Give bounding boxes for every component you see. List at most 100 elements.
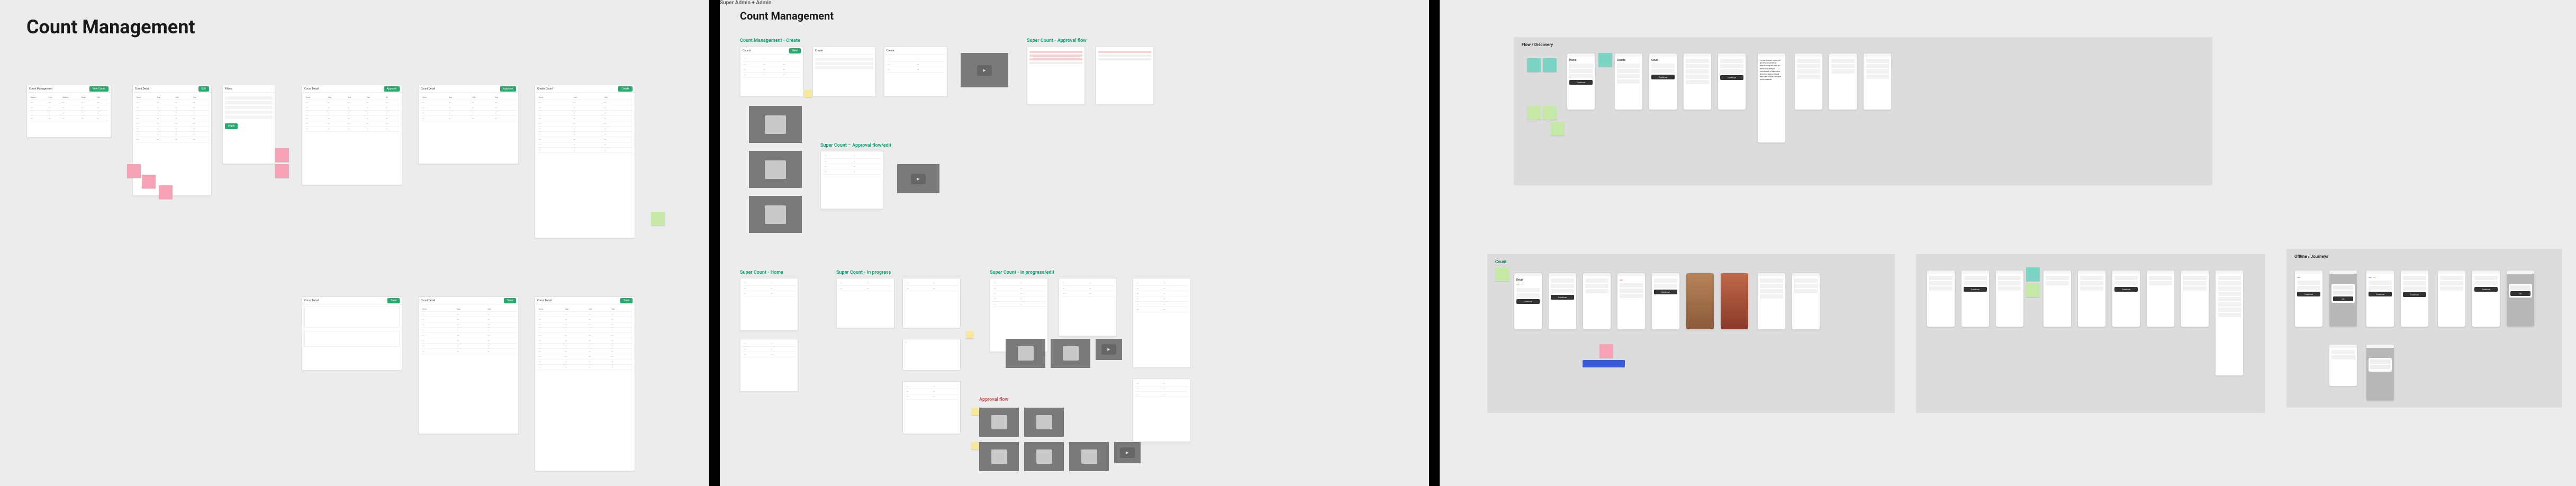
- mob-button[interactable]: Continue: [2114, 287, 2138, 292]
- mob-button[interactable]: Continue: [2403, 292, 2426, 297]
- mob-button[interactable]: Continue: [1569, 80, 1593, 85]
- mob-button[interactable]: OK: [2510, 291, 2530, 296]
- screen-count-detail-e[interactable]: Count DetailSave ItemExpCnt —————— —————…: [418, 296, 519, 434]
- screen-approval-1[interactable]: [1027, 47, 1085, 105]
- sticky-note[interactable]: [1527, 106, 1541, 120]
- screen-count-detail-b[interactable]: Count DetailApprove ItemExpCntVarSt ————…: [302, 85, 402, 185]
- mobile-screen[interactable]: Continue: [1718, 53, 1746, 110]
- sticky-note[interactable]: [1599, 344, 1613, 358]
- mobile-screen[interactable]: [1829, 53, 1857, 110]
- sticky-note[interactable]: [966, 331, 973, 338]
- mob-button[interactable]: Continue: [2369, 292, 2392, 296]
- screen-edit-2[interactable]: ——————: [1059, 278, 1117, 336]
- apply-button[interactable]: Apply: [225, 123, 238, 129]
- mobile-screen[interactable]: Continue: [2294, 270, 2323, 327]
- screen-inprog-4[interactable]: ——————: [902, 381, 961, 434]
- new-count-button[interactable]: New Count: [89, 86, 109, 92]
- screen-count-detail-f[interactable]: Count DetailSave ItemExpCntVar ———————— …: [535, 296, 635, 471]
- save-button[interactable]: Save: [504, 298, 516, 303]
- mob-button[interactable]: Continue: [1551, 295, 1574, 300]
- mob-button[interactable]: Continue: [2297, 292, 2320, 296]
- sticky-note[interactable]: [1495, 267, 1509, 281]
- sticky-note[interactable]: [1543, 106, 1557, 120]
- mobile-screen[interactable]: [2077, 270, 2106, 327]
- screen-inprog-2[interactable]: ————: [902, 278, 961, 328]
- mobile-screen[interactable]: [1927, 270, 1955, 327]
- screen-mid-1[interactable]: ————————: [820, 151, 884, 209]
- screen-home-1[interactable]: ——————: [740, 278, 798, 331]
- screen-inprog-1[interactable]: ————: [836, 278, 894, 328]
- mob-button[interactable]: Continue: [2474, 287, 2498, 292]
- sticky-note[interactable]: [971, 442, 979, 449]
- media-thumb[interactable]: [749, 196, 802, 233]
- screen-cm-create-2[interactable]: Create: [812, 47, 876, 97]
- screen-count-detail-d[interactable]: Count DetailSave: [302, 296, 402, 371]
- sticky-note[interactable]: [275, 164, 289, 178]
- save-button[interactable]: Save: [620, 298, 632, 303]
- media-thumb[interactable]: ▶: [897, 164, 939, 193]
- media-thumb[interactable]: [1024, 408, 1064, 437]
- media-thumb[interactable]: ▶: [961, 53, 1008, 87]
- mobile-screen-photo[interactable]: [1720, 273, 1749, 330]
- media-thumb[interactable]: [749, 151, 802, 188]
- mobile-screen[interactable]: [2437, 270, 2466, 327]
- mob-button[interactable]: Continue: [1964, 287, 1987, 292]
- sticky-note[interactable]: [1551, 122, 1565, 136]
- sticky-note[interactable]: [2026, 267, 2040, 281]
- screen-home-2[interactable]: ——————: [740, 339, 798, 392]
- media-thumb[interactable]: ▶: [1114, 442, 1141, 463]
- sticky-note[interactable]: [651, 212, 665, 226]
- sticky-note[interactable]: [142, 175, 156, 188]
- mobile-screen[interactable]: Continue: [2400, 270, 2429, 327]
- mob-button[interactable]: OK: [2333, 296, 2353, 301]
- canvas-section-3[interactable]: Flow / Discovery HomeContinue Counts Cou…: [1440, 0, 2576, 486]
- mobile-screen[interactable]: CountContinue: [1649, 53, 1677, 110]
- media-thumb[interactable]: [979, 442, 1019, 471]
- screen-filter-panel[interactable]: Filters Apply: [222, 85, 275, 164]
- screen-cm-create-3[interactable]: Create ——————: [884, 47, 947, 97]
- mobile-screen[interactable]: HomeContinue: [1567, 53, 1595, 110]
- mobile-screen[interactable]: Continue: [1961, 270, 1990, 327]
- mobile-screen[interactable]: Continue: [1651, 273, 1680, 330]
- mobile-screen[interactable]: Continue: [2472, 270, 2500, 327]
- screen-count-list[interactable]: Count ManagementNew Count NameLocStatusD…: [26, 85, 111, 138]
- media-thumb[interactable]: [1051, 339, 1090, 368]
- sticky-note[interactable]: [127, 164, 141, 178]
- sticky-note[interactable]: [1598, 53, 1612, 67]
- canvas-section-2[interactable]: Count Management Super Admin + Admin Cou…: [720, 0, 1429, 486]
- mobile-screen[interactable]: [2181, 270, 2209, 327]
- create-button[interactable]: Create: [618, 86, 632, 92]
- mobile-screen[interactable]: Continue: [2366, 270, 2394, 327]
- sticky-note[interactable]: [971, 408, 979, 415]
- screen-approval-2[interactable]: [1096, 47, 1154, 105]
- mobile-screen-modal[interactable]: [2366, 344, 2394, 401]
- mobile-screen[interactable]: DetailContinue: [1514, 273, 1542, 330]
- mobile-screen[interactable]: [1995, 270, 2024, 327]
- screen-create-count-a[interactable]: Create CountCreate ItemLocQty —————— ———…: [535, 85, 635, 238]
- screen-right-1[interactable]: ————————————: [1133, 278, 1191, 368]
- mobile-screen[interactable]: Continue: [2112, 270, 2140, 327]
- mobile-screen[interactable]: [2146, 270, 2175, 327]
- mobile-screen[interactable]: [2043, 270, 2072, 327]
- approve-button[interactable]: Approve: [384, 86, 400, 92]
- sticky-note[interactable]: [275, 148, 289, 162]
- media-thumb[interactable]: ▶: [1096, 339, 1122, 360]
- link-button[interactable]: [1583, 360, 1625, 367]
- media-thumb[interactable]: [1024, 442, 1064, 471]
- canvas-section-1[interactable]: Count Management Count ManagementNew Cou…: [0, 0, 709, 486]
- edit-button[interactable]: Edit: [198, 86, 209, 92]
- screen-right-2[interactable]: ——————: [1133, 379, 1191, 442]
- mobile-screen[interactable]: Continue: [1548, 273, 1577, 330]
- mobile-screen[interactable]: [1583, 273, 1611, 330]
- sticky-note[interactable]: [1543, 58, 1557, 72]
- sticky-note[interactable]: [805, 90, 812, 97]
- sticky-note[interactable]: [1527, 58, 1541, 72]
- mobile-screen-tall[interactable]: Lorem ipsum dolor sit amet consectetur a…: [1757, 53, 1786, 143]
- mob-button[interactable]: Continue: [1654, 290, 1677, 294]
- screen-inprog-3[interactable]: —: [902, 339, 961, 371]
- mobile-screen-modal[interactable]: OK: [2329, 270, 2357, 327]
- media-thumb[interactable]: [979, 408, 1019, 437]
- screen-count-detail-c[interactable]: Count DetailApprove ItemExpCntVar ———— —…: [418, 85, 519, 164]
- mobile-screen-short[interactable]: [2329, 344, 2357, 386]
- mobile-screen-tall[interactable]: [2215, 270, 2244, 376]
